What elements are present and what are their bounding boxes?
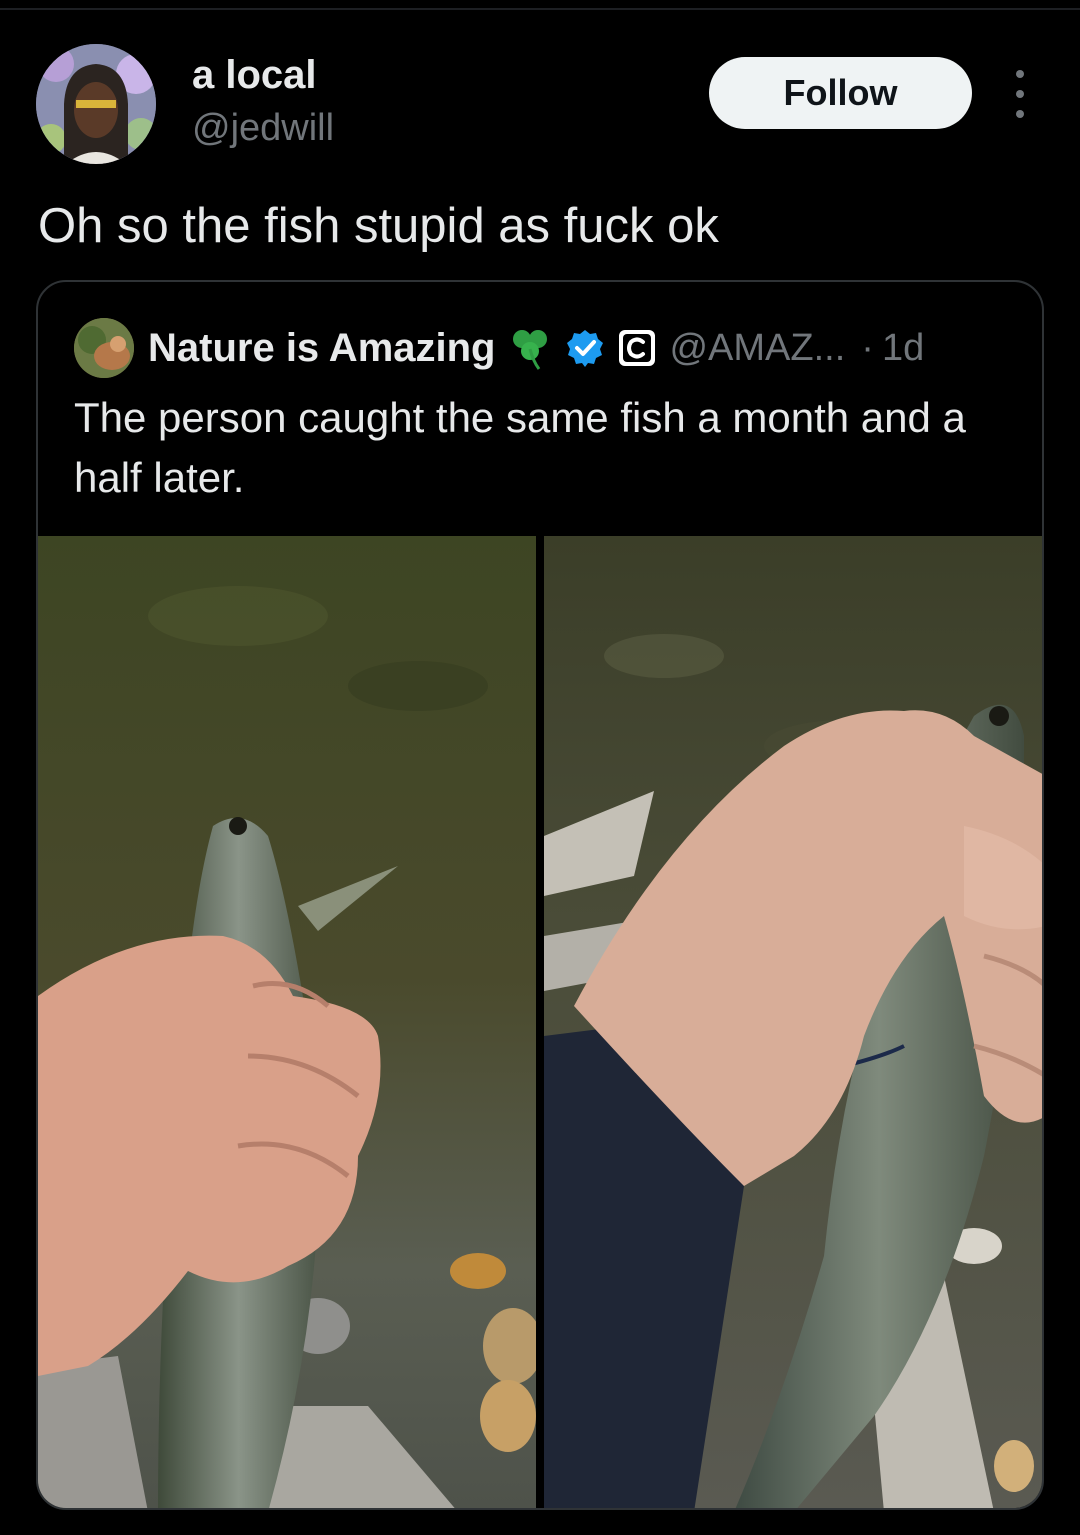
clover-icon xyxy=(509,325,551,371)
quoted-tweet-text: The person caught the same fish a month … xyxy=(74,394,966,501)
quoted-display-name[interactable]: Nature is Amazing xyxy=(148,326,495,371)
tweet-text: Oh so the fish stupid as fuck ok xyxy=(38,199,719,253)
more-vertical-icon[interactable] xyxy=(1006,70,1034,118)
quoted-media-grid xyxy=(38,536,1042,1508)
affiliate-badge-icon[interactable] xyxy=(617,328,657,368)
quoted-handle[interactable]: @AMAZ... xyxy=(669,327,845,370)
verified-icon[interactable] xyxy=(565,328,605,368)
fish-photo-second-catch[interactable] xyxy=(544,536,1042,1508)
quoted-timestamp[interactable]: 1d xyxy=(882,327,924,370)
meta-separator: · xyxy=(861,326,874,369)
fish-photo-first-catch[interactable] xyxy=(38,536,536,1508)
quoted-tweet-header: Nature is Amazing @AMAZ... · 1d xyxy=(148,320,924,376)
tweet-header: a local @jedwill Follow xyxy=(0,0,1080,180)
author-display-name[interactable]: a local xyxy=(192,52,317,98)
quoted-avatar-photo xyxy=(74,318,134,378)
quoted-author-avatar[interactable] xyxy=(74,318,134,378)
more-dot xyxy=(1016,90,1024,98)
avatar-photo xyxy=(36,44,156,164)
follow-button[interactable]: Follow xyxy=(709,57,972,129)
author-avatar[interactable] xyxy=(36,44,156,164)
more-dot xyxy=(1016,70,1024,78)
more-dot xyxy=(1016,110,1024,118)
author-handle[interactable]: @jedwill xyxy=(192,106,334,150)
quoted-tweet-card[interactable]: Nature is Amazing @AMAZ... · 1d The pers… xyxy=(36,280,1044,1510)
